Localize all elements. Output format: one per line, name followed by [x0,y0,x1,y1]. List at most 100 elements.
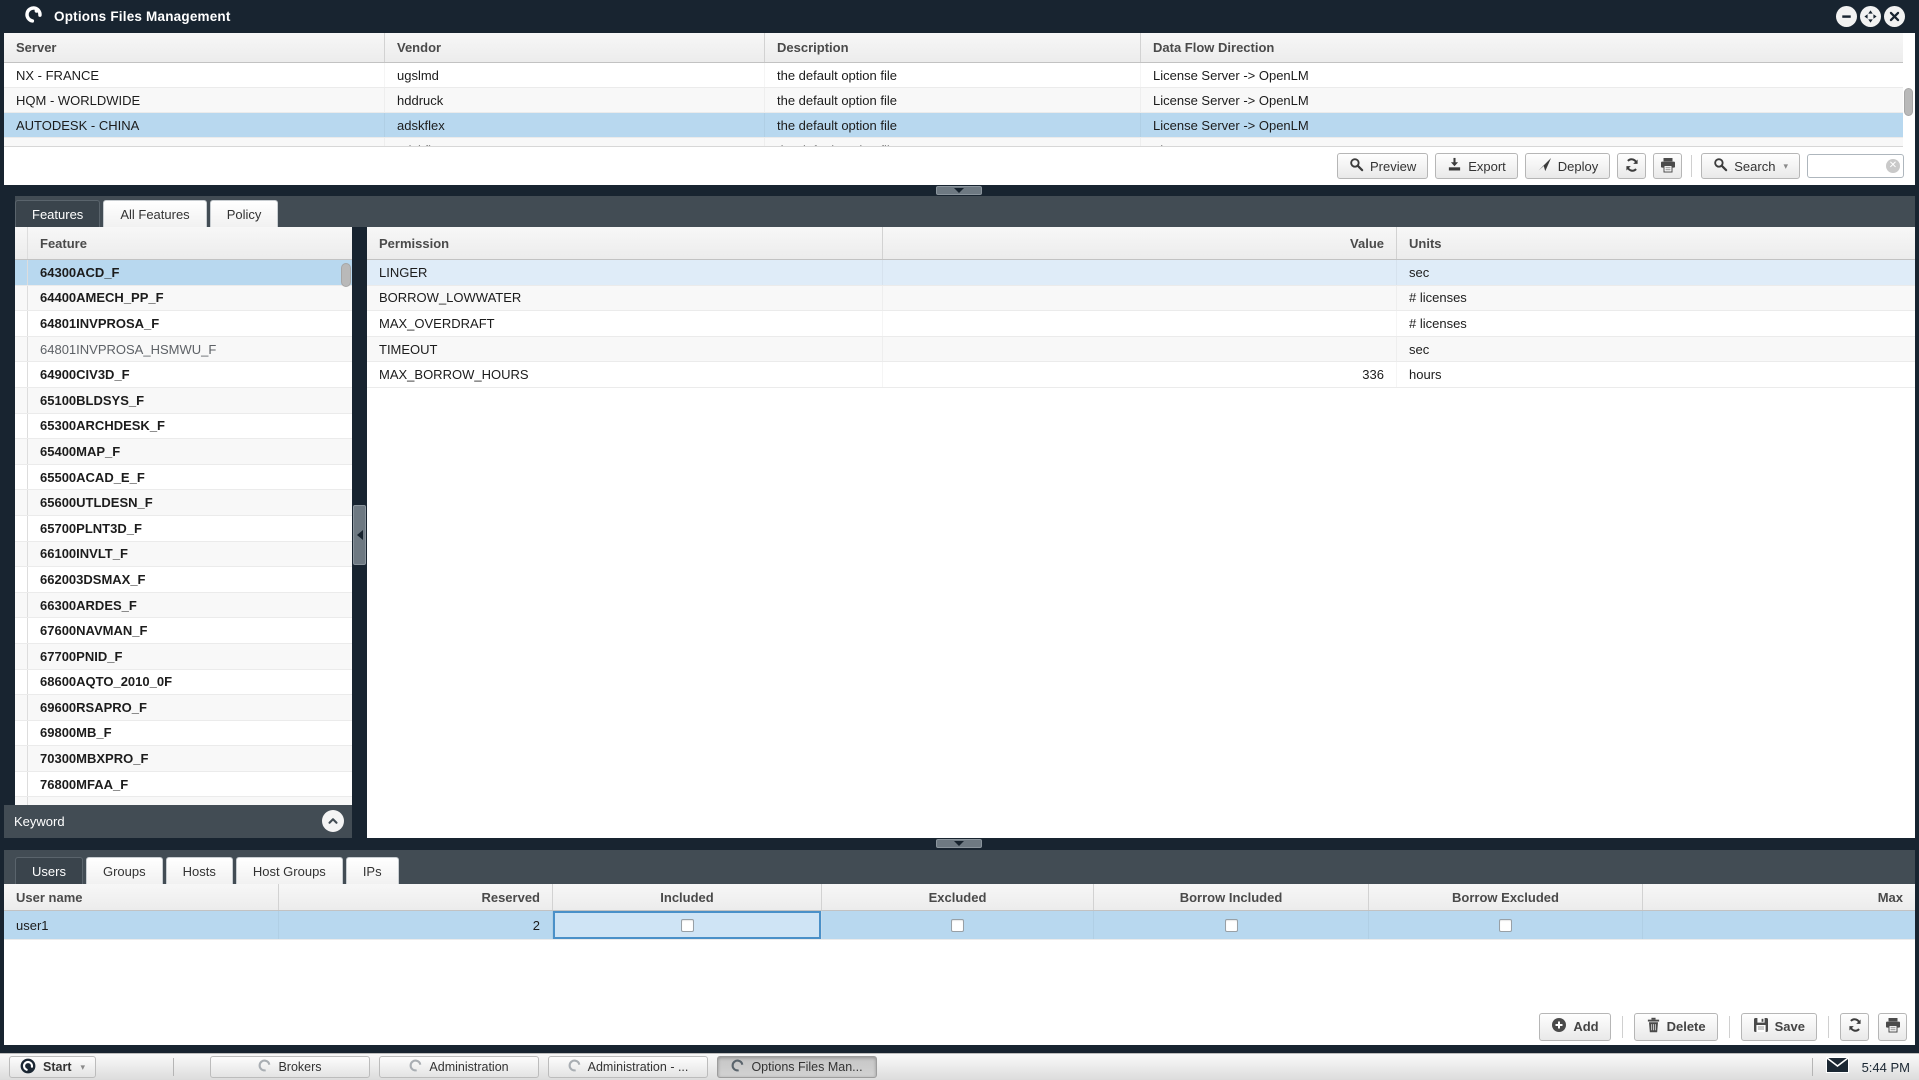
deploy-button[interactable]: Deploy [1525,153,1610,179]
cell-reserved: 2 [279,911,553,939]
feature-list-item[interactable]: 76800MFAA_F [15,772,352,798]
row-gutter [15,439,28,464]
permission-row[interactable]: TIMEOUTsec [367,337,1915,363]
preview-button[interactable]: Preview [1337,153,1428,179]
row-gutter [15,362,28,387]
task-button[interactable]: Administration [379,1056,539,1078]
splitter-grip[interactable] [936,839,982,848]
tab-host-groups[interactable]: Host Groups [236,857,343,884]
feature-list-item[interactable]: 77400MFIA_F [15,797,352,805]
feature-list-item[interactable]: 69600RSAPRO_F [15,695,352,721]
feature-list-item[interactable]: 64300ACD_F [15,260,352,286]
export-button[interactable]: Export [1435,153,1518,179]
feature-list-item[interactable]: 66300ARDES_F [15,593,352,619]
print-button[interactable] [1653,153,1682,179]
user-row[interactable]: user12 [4,911,1915,940]
cell-direction: License Server -> OpenLM [1141,63,1903,87]
server-row[interactable]: AUTODESK - CHINAadskflexthe default opti… [4,113,1903,138]
permission-row[interactable]: LINGERsec [367,260,1915,286]
horizontal-splitter-top [0,185,1919,196]
feature-list-item[interactable]: 69800MB_F [15,721,352,747]
task-button[interactable]: Options Files Man... [717,1056,877,1078]
refresh-button[interactable] [1840,1013,1869,1041]
close-button[interactable] [1884,6,1905,27]
server-row[interactable]: AUTODESK - CHINAadskflexthe default opti… [4,138,1903,147]
cell-units: sec [1397,260,1915,285]
checkbox-borrow-excluded[interactable] [1499,919,1512,932]
cell-vendor: ugslmd [385,63,765,87]
row-gutter [15,746,28,771]
servers-scrollbar-thumb[interactable] [1904,88,1913,116]
envelope-icon[interactable] [1826,1057,1849,1078]
feature-list-item[interactable]: 662003DSMAX_F [15,567,352,593]
tab-users[interactable]: Users [15,857,83,884]
permission-row[interactable]: MAX_BORROW_HOURS336hours [367,362,1915,388]
permission-row[interactable]: MAX_OVERDRAFT# licenses [367,311,1915,337]
cell-units: # licenses [1397,311,1915,336]
cell-permission: BORROW_LOWWATER [367,286,883,311]
start-button[interactable]: Start ▾ [9,1056,96,1078]
tab-features[interactable]: Features [15,200,100,227]
checkbox-excluded[interactable] [951,919,964,932]
collapse-down-icon [954,188,964,193]
feature-list-item[interactable]: 65700PLNT3D_F [15,516,352,542]
feature-list-item[interactable]: 68600AQTO_2010_0F [15,670,352,696]
feature-list-item[interactable]: 64801INVPROSA_HSMWU_F [15,337,352,363]
row-gutter [15,465,28,490]
delete-button[interactable]: Delete [1634,1013,1718,1041]
printer-icon [1660,157,1676,176]
tab-ips[interactable]: IPs [346,857,399,884]
feature-list-item[interactable]: 67600NAVMAN_F [15,618,352,644]
feature-name: 65500ACAD_E_F [28,465,352,490]
save-button[interactable]: Save [1741,1013,1817,1041]
preview-label: Preview [1370,159,1416,174]
refresh-button[interactable] [1617,153,1646,179]
tab-hosts[interactable]: Hosts [166,857,233,884]
checkbox-included[interactable] [681,919,694,932]
checkbox-borrow-included[interactable] [1225,919,1238,932]
tab-all-features[interactable]: All Features [103,200,206,227]
clear-icon[interactable]: ✕ [1886,159,1900,173]
feature-list-item[interactable]: 65100BLDSYS_F [15,388,352,414]
feature-list-item[interactable]: 65600UTLDESN_F [15,490,352,516]
add-button[interactable]: Add [1539,1013,1610,1041]
permission-row[interactable]: BORROW_LOWWATER# licenses [367,286,1915,312]
server-row[interactable]: HQM - WORLDWIDEhddruckthe default option… [4,88,1903,113]
feature-list-item[interactable]: 70300MBXPRO_F [15,746,352,772]
feature-list-item[interactable]: 65500ACAD_E_F [15,465,352,491]
tab-groups[interactable]: Groups [86,857,163,884]
feature-list-item[interactable]: 65300ARCHDESK_F [15,414,352,440]
feature-name: 77400MFIA_F [28,797,352,805]
feature-list-item[interactable]: 64400AMECH_PP_F [15,286,352,312]
feature-list: 64300ACD_F64400AMECH_PP_F64801INVPROSA_F… [15,260,352,805]
tab-policy[interactable]: Policy [210,200,279,227]
search-button[interactable]: Search ▾ [1701,153,1800,179]
feature-scrollbar-thumb[interactable] [341,263,351,287]
minimize-button[interactable] [1836,6,1857,27]
download-icon [1447,157,1462,175]
cell-value [883,311,1397,336]
row-gutter [15,516,28,541]
plus-circle-icon [1551,1017,1567,1036]
feature-panel: Feature 64300ACD_F64400AMECH_PP_F64801IN… [15,227,352,838]
server-row[interactable]: NX - FRANCEugslmdthe default option file… [4,63,1903,88]
cell-vendor: adskflex [385,113,765,137]
feature-list-item[interactable]: 67700PNID_F [15,644,352,670]
feature-list-item[interactable]: 64801INVPROSA_F [15,311,352,337]
feature-list-item[interactable]: 66100INVLT_F [15,542,352,568]
splitter-grip[interactable] [353,505,366,565]
maximize-button[interactable] [1860,6,1881,27]
print-button[interactable] [1878,1013,1907,1041]
printer-icon [1885,1017,1901,1036]
actionbar-separator [1622,1016,1623,1038]
splitter-grip[interactable] [936,186,982,195]
task-button[interactable]: Administration - ... [548,1056,708,1078]
feature-list-item[interactable]: 65400MAP_F [15,439,352,465]
column-header: Units [1397,227,1915,259]
keyword-bar[interactable]: Keyword [4,805,352,838]
feature-name: 65600UTLDESN_F [28,490,352,515]
task-button[interactable]: Brokers [210,1056,370,1078]
collapse-up-icon[interactable] [322,810,344,832]
vertical-splitter [352,227,367,838]
feature-list-item[interactable]: 64900CIV3D_F [15,362,352,388]
